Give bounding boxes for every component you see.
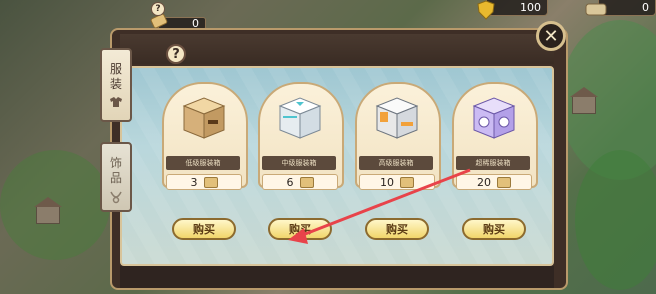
close-button[interactable]: ✕ [536, 21, 566, 51]
map-house-icon [570, 87, 598, 114]
ticket-icon [497, 176, 511, 188]
buy-button[interactable]: 购买 [172, 218, 236, 240]
item-price: 6 [286, 175, 294, 189]
item-name: 高级服装箱 [359, 156, 433, 170]
tab-accessory[interactable]: 饰 品 [100, 142, 132, 212]
gold-amount: 100 [520, 1, 541, 14]
buy-button[interactable]: 购买 [365, 218, 429, 240]
buy-button[interactable]: 购买 [462, 218, 526, 240]
white-box-icon[interactable] [274, 92, 326, 144]
tab-label: 装 [109, 77, 122, 91]
scroll-amount: 0 [642, 1, 649, 14]
necklace-icon [110, 191, 122, 204]
ticket-icon [203, 176, 218, 188]
tab-costume[interactable]: 服 装 [100, 48, 132, 122]
ticket-icon [299, 176, 314, 188]
shirt-icon [110, 97, 122, 107]
scroll-icon [585, 3, 607, 16]
price-row: 20 [456, 174, 532, 190]
map-house-icon [34, 197, 62, 224]
gold-shield-icon [477, 0, 495, 20]
help-button[interactable]: ? [166, 44, 186, 64]
item-price: 10 [380, 175, 394, 189]
price-row: 3 [166, 174, 242, 190]
map-terrain [575, 150, 656, 290]
panel-footer [120, 266, 554, 288]
ticket-icon [400, 176, 414, 188]
buy-button[interactable]: 购买 [268, 218, 332, 240]
crystal-box-icon[interactable] [468, 92, 520, 144]
price-row: 6 [262, 174, 338, 190]
price-row: 10 [359, 174, 435, 190]
close-icon: ✕ [543, 25, 559, 47]
item-name: 低级服装箱 [166, 156, 240, 170]
mech-box-icon[interactable] [371, 92, 423, 144]
item-name: 超稀服装箱 [456, 156, 530, 170]
cardboard-box-icon[interactable] [178, 92, 230, 144]
item-price: 3 [190, 175, 198, 189]
tab-label: 服 [109, 62, 122, 76]
tab-label: 饰 [109, 156, 122, 170]
item-price: 20 [477, 175, 491, 189]
top-help-button[interactable]: ? [151, 2, 165, 16]
tab-label: 品 [109, 171, 122, 185]
item-name: 中级服装箱 [262, 156, 336, 170]
